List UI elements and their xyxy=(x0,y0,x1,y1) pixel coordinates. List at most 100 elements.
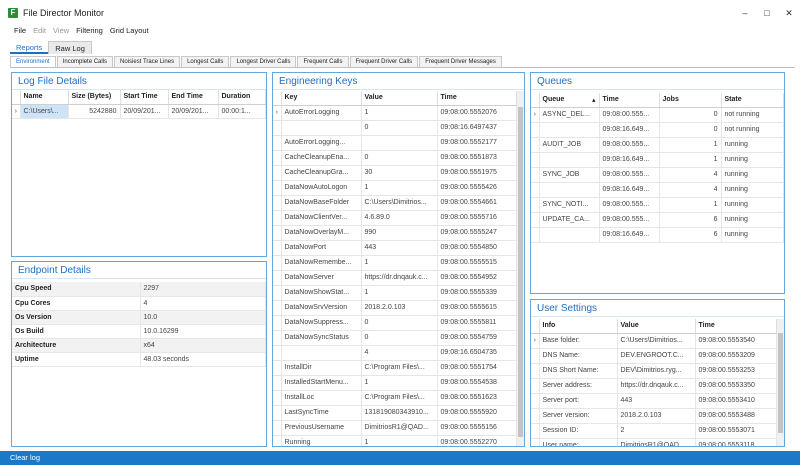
table-row[interactable]: Server address: https://dr.dnqauk.c... 09:… xyxy=(531,378,777,394)
menu-grid-layout[interactable]: Grid Layout xyxy=(110,26,149,38)
cell: 30 xyxy=(361,165,438,181)
table-row[interactable]: LastSyncTime 131819080343910... 09:08:00.5… xyxy=(273,405,517,421)
table-row[interactable]: DataNowBaseFolder C:\Users\Dimitrios... 09… xyxy=(273,195,517,211)
row-selector-icon xyxy=(273,180,282,196)
table-row[interactable]: DNS Short Name: DEV\Dimitrios.ryg... 09:08… xyxy=(531,363,777,379)
table-row[interactable]: DataNowSyncStatus 0 09:08:00.5554759 xyxy=(273,330,517,346)
cell: AutoErrorLogging xyxy=(281,105,362,121)
table-row[interactable]: 09:08:16.649... 0 not running xyxy=(531,122,784,138)
cell: 09:08:00.555... xyxy=(599,212,660,228)
subtab-longest-driver-calls[interactable]: Longest Driver Calls xyxy=(230,56,297,67)
vertical-scrollbar[interactable] xyxy=(777,319,784,446)
subtab-frequent-calls[interactable]: Frequent Calls xyxy=(297,56,349,67)
table-row[interactable]: DNS Name: DEV.ENGROOT.C... 09:08:00.555320… xyxy=(531,348,777,364)
subtab-frequent-driver-messages[interactable]: Frequent Driver Messages xyxy=(419,56,502,67)
subtab-environment[interactable]: Environment xyxy=(10,56,56,67)
table-row[interactable]: › C:\Users\... 5242880 20/09/201... 20/0… xyxy=(12,104,266,119)
table-row[interactable]: AutoErrorLogging... 09:08:00.5552177 xyxy=(273,135,517,151)
col-state[interactable]: State xyxy=(721,93,784,108)
maximize-button[interactable]: □ xyxy=(756,0,778,26)
cell: C:\Program Files\... xyxy=(361,390,438,406)
subtab-longest-calls[interactable]: Longest Calls xyxy=(181,56,230,67)
cell: 00:00:1... xyxy=(218,104,266,119)
cell: 09:08:00.5555156 xyxy=(437,420,517,436)
row-indicator-header xyxy=(273,91,282,106)
col-size[interactable]: Size (Bytes) xyxy=(68,90,121,105)
panel-title: Engineering Keys xyxy=(273,73,524,90)
table-row[interactable]: SYNC_JOB 09:08:00.555... 4 running xyxy=(531,167,784,183)
table-row[interactable]: Server port: 443 09:08:00.5553410 xyxy=(531,393,777,409)
table-row[interactable]: DataNowShowStat... 1 09:08:00.5555339 xyxy=(273,285,517,301)
col-duration[interactable]: Duration xyxy=(218,90,266,105)
tab-raw-log[interactable]: Raw Log xyxy=(48,41,92,54)
close-button[interactable]: ✕ xyxy=(778,0,800,26)
table-row[interactable]: AUDIT_JOB 09:08:00.555... 1 running xyxy=(531,137,784,153)
subtab-noisiest-trace-lines[interactable]: Noisiest Trace Lines xyxy=(114,56,181,67)
col-end-time[interactable]: End Time xyxy=(168,90,219,105)
table-row[interactable]: DataNowOverlayM... 990 09:08:00.5555247 xyxy=(273,225,517,241)
clear-log-link[interactable]: Clear log xyxy=(10,453,40,462)
table-row[interactable]: 4 09:08:16.6504735 xyxy=(273,345,517,361)
cell: 990 xyxy=(361,225,438,241)
cell: 1 xyxy=(361,435,438,446)
table-row[interactable]: › AutoErrorLogging 1 09:08:00.5552076 xyxy=(273,105,517,121)
table-row[interactable]: InstalledStartMenu... 1 09:08:00.5554538 xyxy=(273,375,517,391)
col-info[interactable]: Info xyxy=(539,319,618,334)
col-name[interactable]: Name xyxy=(20,90,69,105)
col-key[interactable]: Key xyxy=(281,91,362,106)
menu-filtering[interactable]: Filtering xyxy=(76,26,103,38)
queues-table: Queue ▴ Time Jobs State › ASYNC_DEL... 09:… xyxy=(531,93,784,243)
table-row[interactable]: UPDATE_CA... 09:08:00.555... 6 running xyxy=(531,212,784,228)
col-jobs[interactable]: Jobs xyxy=(659,93,722,108)
row-selector-icon xyxy=(531,152,540,168)
subtab-incomplete-calls[interactable]: Incomplete Calls xyxy=(56,56,114,67)
menu-file[interactable]: File xyxy=(14,26,26,38)
cell: 09:08:00.5555615 xyxy=(437,300,517,316)
cell: running xyxy=(721,227,784,243)
engineering-keys-panel: Engineering Keys Key Value Time › AutoErr… xyxy=(272,72,525,447)
table-row[interactable]: DataNowServer https://dr.dnqauk.c... 09:08… xyxy=(273,270,517,286)
table-row[interactable]: Session ID: 2 09:08:00.5553071 xyxy=(531,423,777,439)
table-row[interactable]: DataNowClientVer... 4.6.89.0 09:08:00.5555… xyxy=(273,210,517,226)
table-row[interactable]: › ASYNC_DEL... 09:08:00.555... 0 not running xyxy=(531,107,784,123)
cell: 09:08:00.5551873 xyxy=(437,150,517,166)
table-row[interactable]: 09:08:16.649... 6 running xyxy=(531,227,784,243)
table-row[interactable]: CacheCleanupEna... 0 09:08:00.5551873 xyxy=(273,150,517,166)
table-row[interactable]: InstallDir C:\Program Files\... 09:08:00.5… xyxy=(273,360,517,376)
minimize-button[interactable]: – xyxy=(734,0,756,26)
cell: Os Build xyxy=(12,324,141,339)
table-row[interactable]: DataNowAutoLogon 1 09:08:00.5555426 xyxy=(273,180,517,196)
subtab-frequent-driver-calls[interactable]: Frequent Driver Calls xyxy=(349,56,419,67)
col-time[interactable]: Time xyxy=(695,319,777,334)
user-settings-grid: Info Value Time › Base folder: C:\Users\Di… xyxy=(531,319,784,446)
table-row[interactable]: 0 09:08:16.6497437 xyxy=(273,120,517,136)
table-row[interactable]: DataNowPort 443 09:08:00.5554850 xyxy=(273,240,517,256)
scrollbar-thumb[interactable] xyxy=(518,107,523,437)
table-row[interactable]: SYNC_NOTI... 09:08:00.555... 1 running xyxy=(531,197,784,213)
col-time[interactable]: Time xyxy=(599,93,660,108)
table-row[interactable]: Server version: 2018.2.0.103 09:08:00.5553… xyxy=(531,408,777,424)
col-value[interactable]: Value xyxy=(361,91,438,106)
table-row[interactable]: InstallLoc C:\Program Files\... 09:08:00.5… xyxy=(273,390,517,406)
cell: User name: xyxy=(539,438,618,446)
table-row[interactable]: DataNowSuppress... 0 09:08:00.5555811 xyxy=(273,315,517,331)
scrollbar-thumb[interactable] xyxy=(778,333,783,433)
tab-reports[interactable]: Reports xyxy=(10,41,49,54)
table-row[interactable]: 09:08:16.649... 4 running xyxy=(531,182,784,198)
table-row[interactable]: User name: DimitriosR1@QAD... 09:08:00.555… xyxy=(531,438,777,446)
table-row[interactable]: › Base folder: C:\Users\Dimitrios... 09:08:… xyxy=(531,333,777,349)
table-row[interactable]: CacheCleanupGra... 30 09:08:00.5551975 xyxy=(273,165,517,181)
col-time[interactable]: Time xyxy=(437,91,517,106)
table-row[interactable]: DataNowRemembe... 1 09:08:00.5555515 xyxy=(273,255,517,271)
table-row[interactable]: DataNowSrvVersion 2018.2.0.103 09:08:00.55… xyxy=(273,300,517,316)
cell: 1 xyxy=(361,180,438,196)
cell: DimitriosR1@QAD... xyxy=(617,438,696,446)
vertical-scrollbar[interactable] xyxy=(517,91,524,446)
table-row[interactable]: PreviousUsername DimitriosR1@QAD... 09:08:… xyxy=(273,420,517,436)
table-row[interactable]: 09:08:16.649... 1 running xyxy=(531,152,784,168)
col-value[interactable]: Value xyxy=(617,319,696,334)
col-queue[interactable]: Queue ▴ xyxy=(539,93,600,108)
row-selector-icon xyxy=(273,300,282,316)
table-row[interactable]: Running 1 09:08:00.5552270 xyxy=(273,435,517,446)
col-start-time[interactable]: Start Time xyxy=(120,90,169,105)
